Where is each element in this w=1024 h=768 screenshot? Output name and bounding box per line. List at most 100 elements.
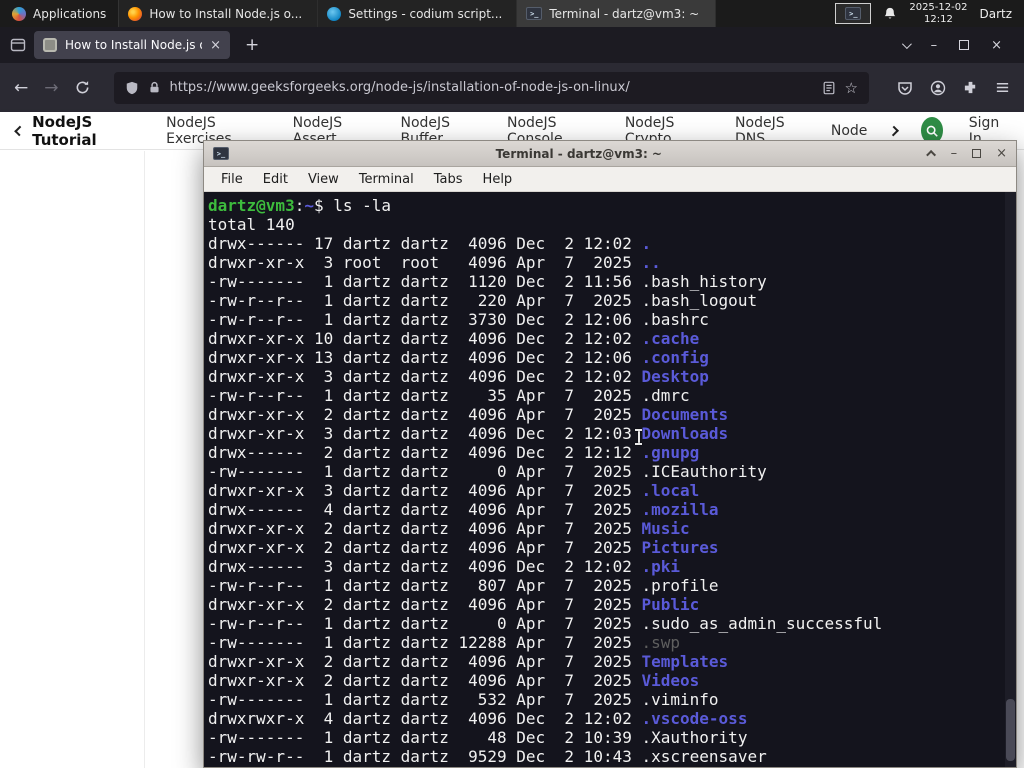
search-icon (926, 125, 938, 137)
taskbar-window-label: Settings - codium script... (348, 6, 503, 21)
file-meta: -rw-r--r-- 1 dartz dartz 3730 Dec 2 12:0… (208, 310, 642, 329)
file-name: .cache (641, 329, 700, 348)
terminal-titlebar[interactable]: >_ Terminal - dartz@vm3: ~ – × (204, 141, 1016, 167)
menu-tabs[interactable]: Tabs (425, 170, 472, 189)
terminal-window: >_ Terminal - dartz@vm3: ~ – × File Edit… (203, 140, 1017, 768)
nav-item-tutorial[interactable]: NodeJS Tutorial (14, 112, 143, 149)
file-name: .profile (641, 576, 719, 595)
file-name: .dmrc (641, 386, 690, 405)
file-name: .pki (641, 557, 681, 576)
menu-terminal[interactable]: Terminal (350, 170, 423, 189)
applications-menu-button[interactable]: Applications (0, 0, 120, 27)
bookmark-star-icon[interactable]: ☆ (845, 79, 858, 97)
menu-edit[interactable]: Edit (254, 170, 297, 189)
tab-close-icon[interactable]: × (210, 38, 221, 53)
terminal-scrollbar-thumb[interactable] (1006, 699, 1015, 761)
menu-hamburger-icon[interactable] (995, 80, 1010, 95)
shade-window-icon[interactable] (925, 149, 936, 160)
back-button[interactable]: ← (14, 78, 28, 98)
taskbar-window-label: How to Install Node.js o... (149, 6, 303, 21)
terminal-line: drwxr-xr-x 3 dartz dartz 4096 Dec 2 12:0… (208, 367, 1000, 386)
tracking-shield-icon[interactable] (125, 81, 139, 95)
lock-icon[interactable] (148, 81, 161, 94)
notification-bell-icon[interactable] (883, 6, 897, 21)
menu-file[interactable]: File (212, 170, 252, 189)
reader-view-icon[interactable] (822, 81, 836, 95)
forward-button[interactable]: → (44, 78, 58, 98)
file-name: .bash_logout (641, 291, 758, 310)
file-meta: -rw------- 1 dartz dartz 12288 Apr 7 202… (208, 633, 642, 652)
file-meta: drwxr-xr-x 2 dartz dartz 4096 Apr 7 2025 (208, 519, 642, 538)
nav-item-label: NodeJS Tutorial (32, 112, 97, 149)
terminal-line: drwxr-xr-x 2 dartz dartz 4096 Apr 7 2025… (208, 652, 1000, 671)
terminal-prompt-line: dartz@vm3:~$ ls -la (208, 196, 1000, 215)
taskbar-right-area: >_ 2025-12-02 12:12 Dartz (835, 0, 1024, 27)
file-name: .xscreensaver (641, 747, 767, 766)
terminal-body[interactable]: dartz@vm3:~$ ls -la total 140 drwx------… (204, 192, 1016, 767)
file-name: Desktop (641, 367, 709, 386)
browser-tab[interactable]: How to Install Node.js on × (34, 31, 230, 59)
file-meta: drwxrwxr-x 4 dartz dartz 4096 Dec 2 12:0… (208, 709, 642, 728)
window-minimize-button[interactable]: – (931, 38, 938, 53)
taskbar-window-firefox[interactable]: How to Install Node.js o... (119, 0, 319, 27)
file-meta: drwx------ 17 dartz dartz 4096 Dec 2 12:… (208, 234, 642, 253)
file-meta: drwxr-xr-x 3 root root 4096 Apr 7 2025 (208, 253, 642, 272)
file-name: Documents (641, 405, 729, 424)
file-meta: drwx------ 2 dartz dartz 4096 Dec 2 12:1… (208, 443, 642, 462)
file-meta: -rw-r--r-- 1 dartz dartz 35 Apr 7 2025 (208, 386, 642, 405)
firefox-view-icon[interactable] (10, 37, 26, 53)
taskbar-window-label: Terminal - dartz@vm3: ~ (549, 6, 700, 21)
codium-icon (327, 6, 342, 21)
file-meta: -rw-r--r-- 1 dartz dartz 0 Apr 7 2025 (208, 614, 642, 633)
taskbar-window-codium[interactable]: Settings - codium script... (318, 0, 518, 27)
window-restore-button[interactable] (959, 40, 970, 50)
prompt-path: ~ (304, 196, 314, 215)
terminal-line: -rw-r--r-- 1 dartz dartz 3730 Dec 2 12:0… (208, 310, 1000, 329)
window-close-button[interactable]: × (991, 38, 1002, 53)
tray-terminal-indicator[interactable]: >_ (835, 3, 872, 24)
menu-view[interactable]: View (299, 170, 348, 189)
url-bar[interactable]: https://www.geeksforgeeks.org/node-js/in… (113, 71, 869, 104)
clock[interactable]: 2025-12-02 12:12 (909, 2, 967, 26)
user-menu[interactable]: Dartz (979, 7, 1016, 21)
minimize-button[interactable]: – (951, 146, 958, 161)
distro-logo-icon (12, 6, 26, 21)
tab-title: How to Install Node.js on (65, 38, 203, 52)
terminal-line: drwxr-xr-x 2 dartz dartz 4096 Apr 7 2025… (208, 538, 1000, 557)
terminal-icon: >_ (845, 7, 862, 20)
list-tabs-icon[interactable] (901, 38, 912, 49)
terminal-line: -rw-r--r-- 1 dartz dartz 220 Apr 7 2025 … (208, 291, 1000, 310)
terminal-line: drwx------ 4 dartz dartz 4096 Apr 7 2025… (208, 500, 1000, 519)
clock-time: 12:12 (923, 13, 953, 25)
url-text: https://www.geeksforgeeks.org/node-js/in… (169, 80, 630, 95)
terminal-scrollbar[interactable] (1005, 192, 1016, 767)
maximize-button[interactable] (972, 149, 982, 158)
clock-date: 2025-12-02 (909, 1, 968, 13)
menu-help[interactable]: Help (474, 170, 522, 189)
taskbar-window-terminal[interactable]: >_ Terminal - dartz@vm3: ~ (517, 0, 717, 27)
file-name: Downloads (641, 424, 729, 443)
file-meta: drwx------ 4 dartz dartz 4096 Apr 7 2025 (208, 500, 642, 519)
terminal-line: -rw------- 1 dartz dartz 0 Apr 7 2025 .I… (208, 462, 1000, 481)
account-icon[interactable] (930, 80, 946, 96)
reload-button[interactable] (75, 80, 90, 95)
terminal-line: drwxr-xr-x 13 dartz dartz 4096 Dec 2 12:… (208, 348, 1000, 367)
extensions-icon[interactable] (963, 80, 978, 95)
pocket-icon[interactable] (897, 80, 913, 96)
file-meta: -rw------- 1 dartz dartz 532 Apr 7 2025 (208, 690, 642, 709)
close-button[interactable]: × (996, 146, 1007, 161)
text-cursor (634, 429, 643, 445)
file-name: .ICEauthority (641, 462, 767, 481)
terminal-menubar: File Edit View Terminal Tabs Help (204, 167, 1016, 192)
file-meta: drwxr-xr-x 2 dartz dartz 4096 Apr 7 2025 (208, 405, 642, 424)
prompt-separator: : (294, 196, 305, 215)
file-name: .swp (641, 633, 681, 652)
chevron-right-icon[interactable] (888, 125, 900, 136)
new-tab-button[interactable]: + (238, 35, 266, 55)
file-meta: drwxr-xr-x 3 dartz dartz 4096 Dec 2 12:0… (208, 367, 642, 386)
file-name: Videos (641, 671, 700, 690)
terminal-line: drwxr-xr-x 2 dartz dartz 4096 Apr 7 2025… (208, 405, 1000, 424)
chevron-left-icon[interactable] (14, 125, 25, 136)
nav-item-overflow[interactable]: Node (831, 123, 868, 139)
terminal-output: drwx------ 17 dartz dartz 4096 Dec 2 12:… (208, 234, 1000, 766)
